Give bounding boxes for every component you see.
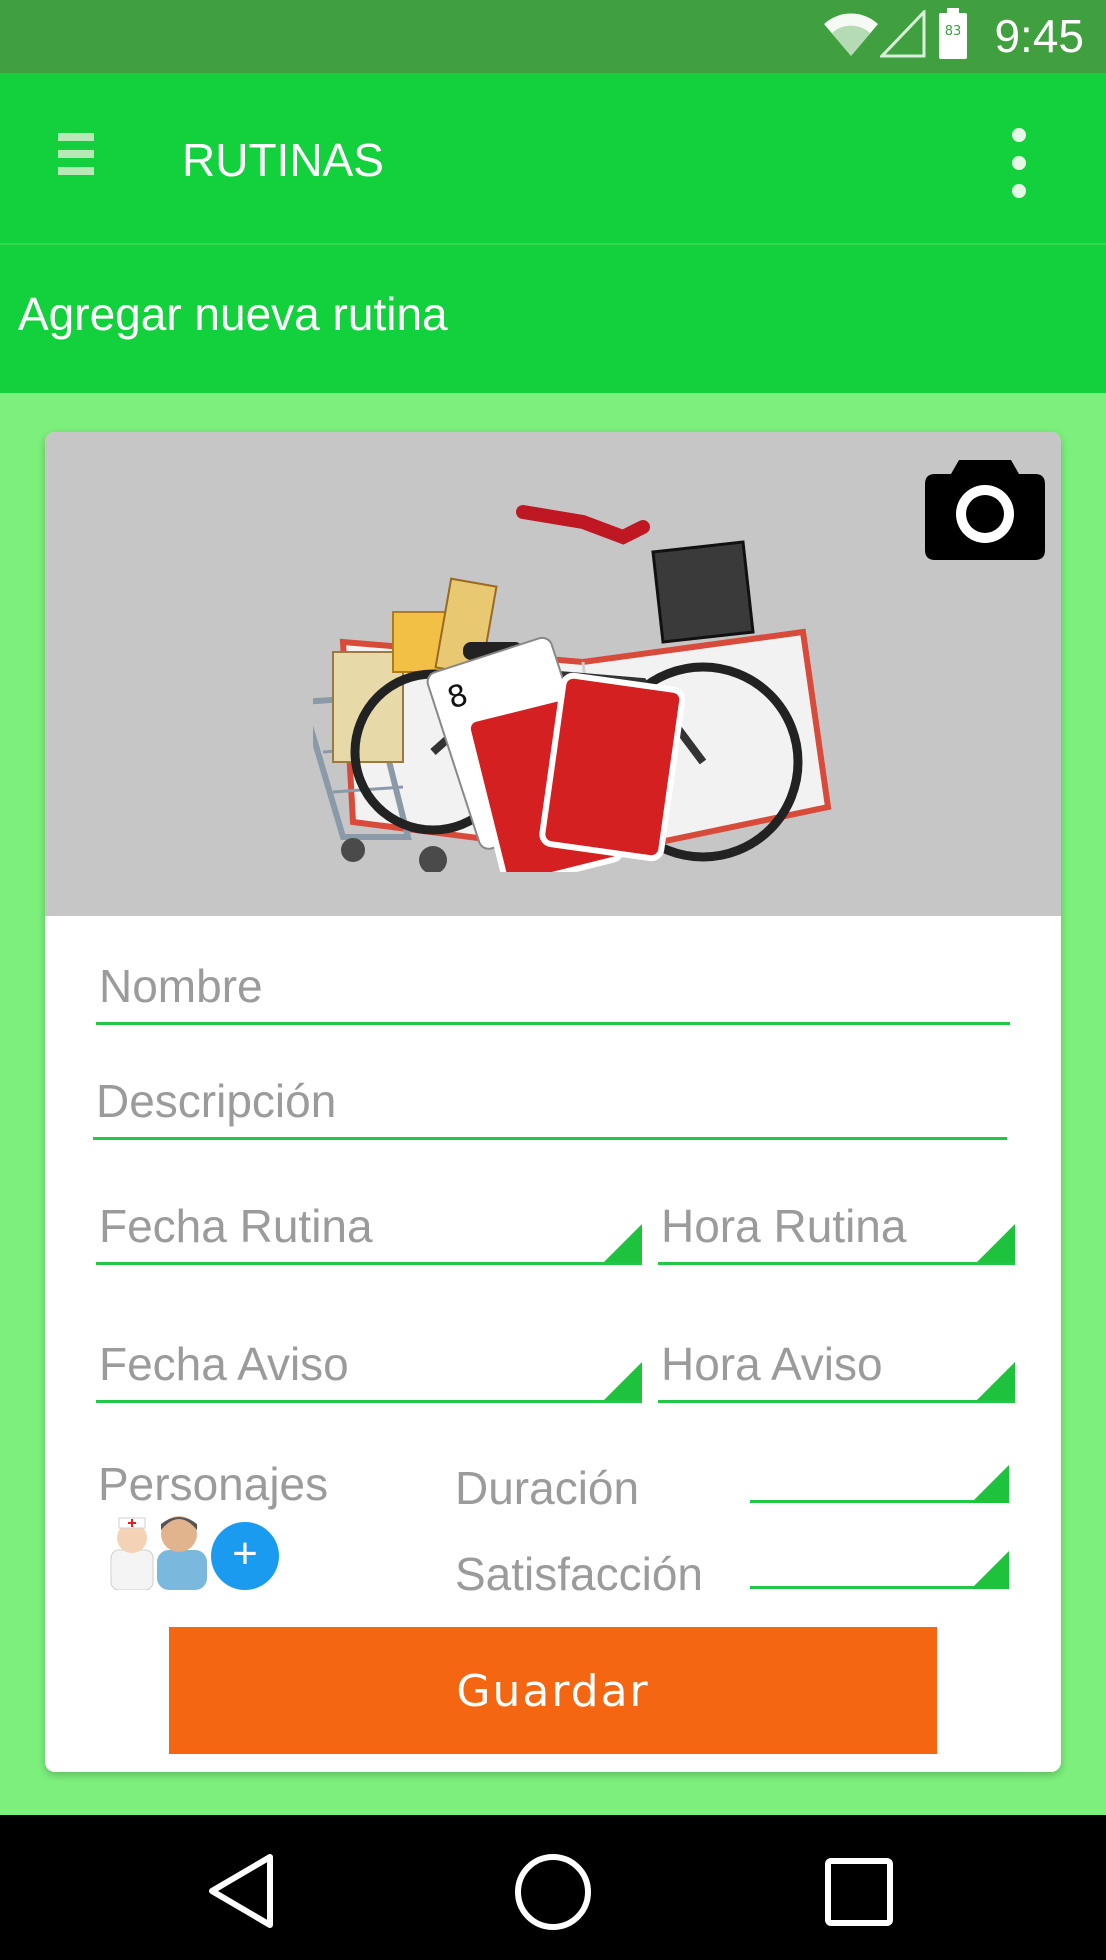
description-field[interactable]: Descripción <box>93 1067 1007 1140</box>
navigation-bar <box>0 1815 1106 1960</box>
more-vert-icon[interactable] <box>1007 128 1031 200</box>
home-icon[interactable] <box>514 1853 592 1931</box>
characters-label: Personajes <box>98 1458 329 1510</box>
alert-date-spinner[interactable]: Fecha Aviso <box>96 1330 642 1403</box>
page-title: Agregar nueva rutina <box>18 288 448 340</box>
sub-header: Agregar nueva rutina <box>0 243 1106 393</box>
description-placeholder: Descripción <box>96 1075 337 1127</box>
status-bar: 83 9:45 <box>0 0 1106 73</box>
camera-icon[interactable] <box>925 452 1045 560</box>
status-time: 9:45 <box>994 10 1084 62</box>
alert-time-placeholder: Hora Aviso <box>661 1338 883 1390</box>
alert-time-spinner[interactable]: Hora Aviso <box>658 1330 1015 1403</box>
wifi-icon <box>824 13 878 56</box>
app-title: RUTINAS <box>182 134 384 186</box>
routine-date-placeholder: Fecha Rutina <box>99 1200 373 1252</box>
satisfaction-spinner[interactable] <box>750 1551 1009 1589</box>
add-character-button[interactable]: + <box>211 1522 279 1590</box>
dropdown-arrow-icon <box>977 1362 1015 1400</box>
character-avatars <box>110 1516 207 1590</box>
dropdown-arrow-icon <box>971 1551 1009 1589</box>
satisfaction-label: Satisfacción <box>455 1548 704 1600</box>
alert-date-placeholder: Fecha Aviso <box>99 1338 349 1390</box>
nurse-avatar[interactable] <box>110 1517 154 1590</box>
duration-spinner[interactable] <box>750 1465 1009 1503</box>
dropdown-arrow-icon <box>604 1224 642 1262</box>
recents-icon[interactable] <box>825 1858 893 1926</box>
app-bar: RUTINAS <box>0 73 1106 243</box>
routine-time-placeholder: Hora Rutina <box>661 1200 907 1252</box>
battery-level: 83 <box>945 24 962 39</box>
dropdown-arrow-icon <box>971 1465 1009 1503</box>
routine-image-area[interactable]: 8 ♠ ♠ ♠ ♠ <box>45 432 1061 916</box>
save-button[interactable]: Guardar <box>169 1627 937 1754</box>
dropdown-arrow-icon <box>604 1362 642 1400</box>
name-placeholder: Nombre <box>99 960 263 1012</box>
name-field[interactable]: Nombre <box>96 952 1010 1025</box>
patient-avatar[interactable] <box>157 1516 207 1590</box>
dropdown-arrow-icon <box>977 1224 1015 1262</box>
signal-icon <box>880 10 926 58</box>
duration-label: Duración <box>455 1462 640 1514</box>
routine-date-spinner[interactable]: Fecha Rutina <box>96 1192 642 1265</box>
routine-illustration: 8 ♠ ♠ ♠ ♠ <box>313 505 832 872</box>
routine-form-card: 8 ♠ ♠ ♠ ♠ Nombre Descripción Fecha Rutin… <box>45 432 1061 1772</box>
routine-time-spinner[interactable]: Hora Rutina <box>658 1192 1015 1265</box>
back-icon[interactable] <box>208 1853 276 1929</box>
menu-icon[interactable] <box>58 133 94 177</box>
battery-icon: 83 <box>939 8 967 59</box>
